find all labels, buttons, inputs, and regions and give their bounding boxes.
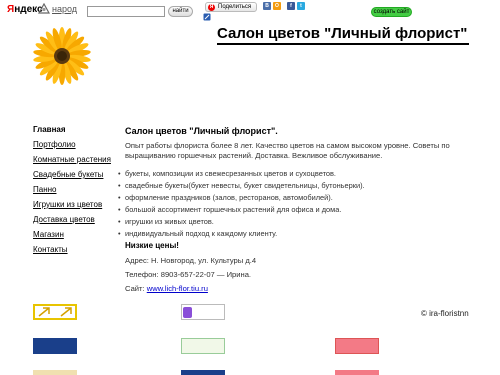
sidebar-item[interactable]: Игрушки из цветов: [33, 200, 113, 210]
facebook-icon[interactable]: f: [287, 2, 295, 10]
narod-link[interactable]: народ: [52, 4, 77, 14]
vkontakte-icon[interactable]: В: [263, 2, 271, 10]
counter-badge-rating[interactable]: [335, 338, 379, 354]
counter-badge-1[interactable]: [33, 304, 77, 320]
sidebar-nav: Главная Портфолио Комнатные растения Свадеб…: [33, 125, 113, 260]
counter-badge-6[interactable]: [33, 370, 77, 375]
sidebar-item[interactable]: Панно: [33, 185, 113, 195]
sidebar-item[interactable]: Магазин: [33, 230, 113, 240]
create-site-button[interactable]: создать сайт: [371, 7, 412, 17]
share-label: Поделиться: [218, 4, 252, 10]
arrow-icon: [38, 307, 72, 317]
sidebar-item[interactable]: Комнатные растения: [33, 155, 113, 165]
main-content: Салон цветов "Личный флорист". Опыт рабо…: [118, 126, 485, 298]
service-item: игрушки из живых цветов.: [118, 217, 485, 227]
yandex-share-icon: Я: [208, 4, 215, 11]
sidebar-item[interactable]: Главная: [33, 125, 113, 135]
content-heading: Салон цветов "Личный флорист".: [125, 126, 278, 136]
share-button[interactable]: Я Поделиться: [205, 2, 257, 12]
sidebar-item[interactable]: Контакты: [33, 245, 113, 255]
service-item: букеты, композиции из свежесрезанных цве…: [118, 169, 485, 179]
site-prefix: Сайт:: [125, 284, 147, 293]
yandex-narod-topbar: Яндекс народ найти Я Поделиться ВОft соз…: [0, 0, 500, 21]
services-list: букеты, композиции из свежесрезанных цве…: [118, 169, 485, 239]
phone-text: Телефон: 8903-657-22-07 — Ирина.: [125, 270, 252, 279]
search-button[interactable]: найти: [168, 6, 193, 17]
service-item: оформление праздников (залов, ресторанов…: [118, 193, 485, 203]
service-item: большой ассортимент горшечных растений д…: [118, 205, 485, 215]
prices-heading: Низкие цены!: [125, 241, 179, 250]
site-link[interactable]: www.lich-flor.tiu.ru: [147, 284, 208, 293]
service-item: свадебные букеты(букет невесты, букет св…: [118, 181, 485, 191]
counter-logo-icon: [183, 307, 192, 318]
search-input[interactable]: [87, 6, 165, 17]
counter-badge-nn[interactable]: [33, 338, 77, 354]
gerbera-flower-image: [33, 27, 91, 85]
counter-badge-liveinternet[interactable]: [181, 338, 225, 354]
narod-logo-icon: [38, 3, 50, 14]
sidebar-item[interactable]: Портфолио: [33, 140, 113, 150]
counter-badge-7[interactable]: [181, 370, 225, 375]
address-text: Адрес: Н. Новгород, ул. Культуры д.4: [125, 256, 257, 265]
sidebar-item[interactable]: Свадебные букеты: [33, 170, 113, 180]
intro-text: Опыт работы флориста более 8 лет. Качест…: [125, 141, 450, 160]
twitter-icon[interactable]: t: [297, 2, 305, 10]
sidebar-item[interactable]: Доставка цветов: [33, 215, 113, 225]
counter-badge-2[interactable]: [181, 304, 225, 320]
odnoklassniki-icon[interactable]: О: [273, 2, 281, 10]
page-title: Салон цветов "Личный флорист": [217, 25, 469, 45]
copyright-text: © ira-floristnn: [421, 309, 469, 318]
pen-icon[interactable]: [203, 13, 211, 21]
counter-badge-8[interactable]: [335, 370, 379, 375]
site-line: Сайт: www.lich-flor.tiu.ru: [125, 284, 485, 294]
service-item: индивидуальный подход к каждому клиенту.: [118, 229, 485, 239]
